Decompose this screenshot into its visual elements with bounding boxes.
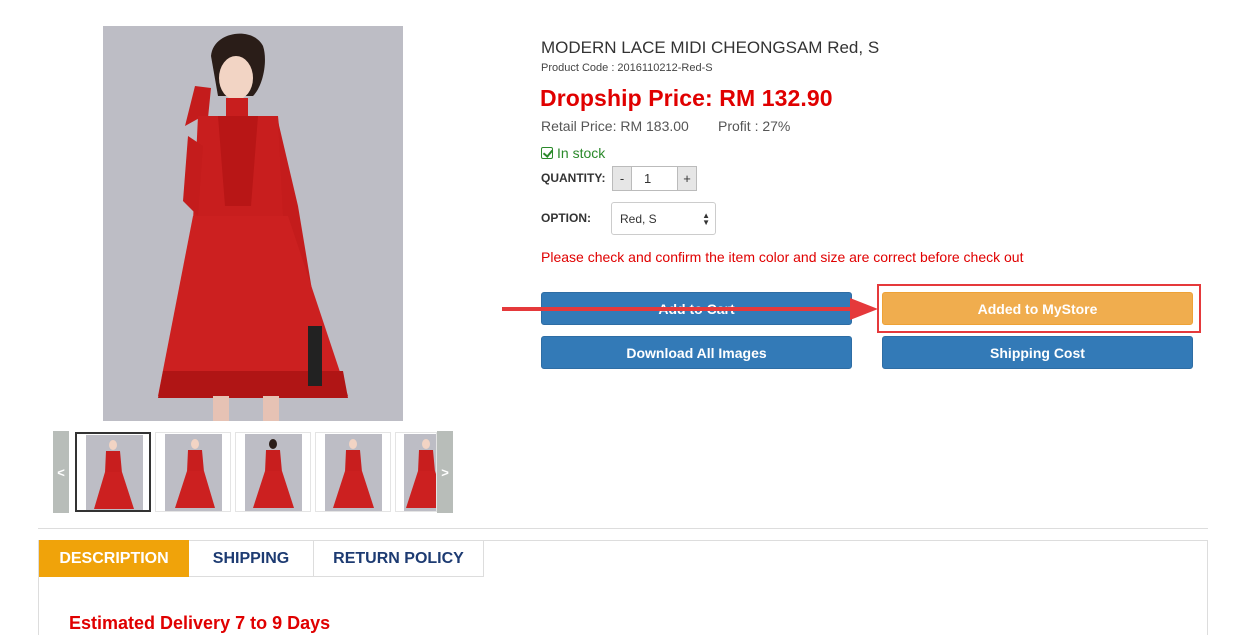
carousel-prev-button[interactable]: < [53, 431, 69, 513]
stock-status: In stock [541, 145, 605, 161]
dress-photo-icon [103, 26, 403, 421]
quantity-label: QUANTITY: [541, 171, 606, 185]
thumbnail-4[interactable] [315, 432, 391, 512]
tab-shipping[interactable]: SHIPPING [189, 540, 314, 577]
thumbnail-image [325, 434, 382, 511]
arrow-right-icon [502, 298, 878, 320]
product-title: MODERN LACE MIDI CHEONGSAM Red, S [541, 38, 880, 57]
product-code: Product Code :2016110212-Red-S [541, 62, 713, 74]
option-label: OPTION: [541, 211, 591, 225]
quantity-input[interactable] [632, 166, 677, 191]
section-divider [38, 528, 1208, 529]
dropship-price: Dropship Price: RM 132.90 [540, 85, 833, 111]
profit-percentage: Profit : 27% [718, 118, 791, 134]
thumbnail-carousel: < > [53, 431, 453, 513]
plus-icon: + [683, 171, 691, 186]
main-product-image[interactable] [103, 26, 403, 421]
product-code-value: 2016110212-Red-S [617, 62, 713, 74]
product-code-label: Product Code : [541, 62, 615, 74]
thumbnail-3[interactable] [235, 432, 311, 512]
thumbnail-image [404, 434, 436, 511]
thumbnail-1[interactable] [75, 432, 151, 512]
chevron-left-icon: < [57, 464, 65, 480]
added-to-mystore-button[interactable]: Added to MyStore [882, 292, 1193, 325]
shipping-cost-button[interactable]: Shipping Cost [882, 336, 1193, 369]
tab-return-policy[interactable]: RETURN POLICY [314, 540, 484, 577]
download-all-images-button[interactable]: Download All Images [541, 336, 852, 369]
thumbnail-image [86, 435, 143, 510]
estimated-delivery: Estimated Delivery 7 to 9 Days [69, 613, 331, 633]
thumbnail-5[interactable] [395, 432, 437, 512]
check-square-icon [541, 147, 553, 159]
stock-status-text: In stock [557, 145, 606, 161]
carousel-next-button[interactable]: > [437, 431, 453, 513]
minus-icon: - [619, 171, 625, 186]
thumbnail-2[interactable] [155, 432, 231, 512]
thumbnail-image [165, 434, 222, 511]
thumbnail-image [245, 434, 302, 511]
option-selected-value: Red, S [620, 211, 657, 226]
confirm-warning: Please check and confirm the item color … [541, 249, 1024, 265]
chevron-right-icon: > [441, 464, 449, 480]
select-updown-icon: ▲ ▼ [702, 211, 710, 227]
tab-description[interactable]: DESCRIPTION [39, 540, 189, 577]
option-select[interactable]: Red, S ▲ ▼ [611, 202, 716, 235]
quantity-increase-button[interactable]: + [677, 166, 697, 191]
quantity-decrease-button[interactable]: - [612, 166, 632, 191]
retail-price: Retail Price: RM 183.00 [541, 118, 689, 134]
